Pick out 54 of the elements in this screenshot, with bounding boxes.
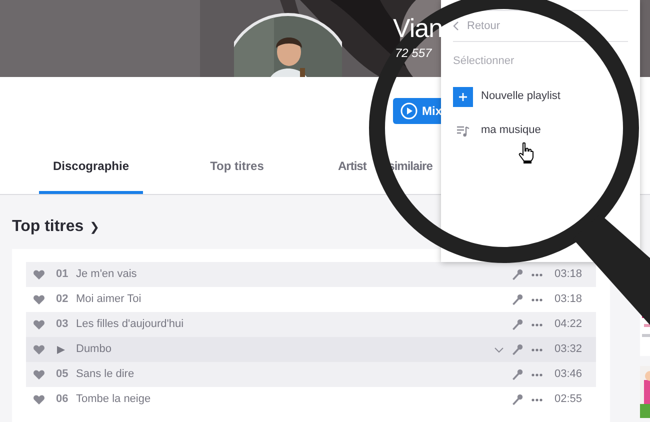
- track-number: 02: [56, 292, 68, 308]
- track-duration: 03:18: [554, 267, 582, 282]
- tab[interactable]: Top titres: [164, 157, 310, 195]
- heart-icon: [33, 344, 45, 356]
- playing-track-row[interactable]: Dumbo 03:32: [26, 337, 596, 362]
- track-title: Moi aimer Toi: [76, 292, 142, 308]
- track-row[interactable]: 05 Sans le dire 03:46: [26, 362, 596, 387]
- track-title: Sans le dire: [76, 367, 136, 382]
- more-icon: [531, 398, 544, 402]
- back-icon: [453, 21, 459, 31]
- track-number: 01: [56, 267, 68, 282]
- track-number: 06: [56, 392, 68, 408]
- track-title: Tombe la neige: [76, 392, 152, 408]
- microphone-icon: [512, 294, 524, 305]
- track-duration: 03:32: [554, 342, 582, 358]
- microphone-icon: [512, 394, 524, 405]
- tab[interactable]: Discographie: [18, 157, 164, 195]
- follower-count: 72 557: [394, 45, 433, 62]
- track-row[interactable]: 01 Je m'en vais 03:18: [26, 262, 596, 287]
- play-icon: [400, 102, 418, 120]
- chevron-down-icon: [494, 346, 504, 352]
- track-title: Les filles d'aujourd'hui: [76, 317, 185, 332]
- chevron-icon[interactable]: ❯: [90, 218, 100, 236]
- track-title: Dumbo: [76, 342, 112, 358]
- more-icon: [531, 298, 544, 302]
- microphone-icon: [512, 344, 524, 355]
- menu-heading: Sélectionner: [453, 54, 514, 69]
- section-title[interactable]: Top titres: [12, 215, 84, 239]
- heart-icon: [33, 294, 45, 306]
- play-icon: [56, 344, 66, 354]
- more-icon: [531, 272, 544, 276]
- back-button[interactable]: Retour: [453, 11, 500, 41]
- track-duration: 03:46: [554, 367, 582, 382]
- microphone-icon: [512, 369, 524, 380]
- more-icon: [531, 322, 544, 326]
- artist-name: Vian: [393, 12, 443, 44]
- hand-cursor-icon: [518, 142, 536, 164]
- microphone-icon: [512, 269, 524, 280]
- plus-icon: [453, 86, 473, 106]
- playlist-icon: [456, 124, 470, 136]
- track-number: 05: [56, 367, 68, 382]
- more-icon: [531, 348, 544, 352]
- heart-icon: [33, 394, 45, 406]
- heart-icon: [33, 268, 45, 280]
- heart-icon: [33, 368, 45, 380]
- track-title: Je m'en vais: [76, 267, 138, 282]
- track-duration: 02:55: [554, 392, 582, 408]
- track-row[interactable]: 03 Les filles d'aujourd'hui 04:22: [26, 312, 596, 337]
- track-duration: 03:18: [554, 292, 582, 308]
- track-number: 03: [56, 317, 68, 332]
- microphone-icon: [512, 319, 524, 330]
- track-duration: 04:22: [554, 317, 582, 332]
- heart-icon: [33, 318, 45, 330]
- more-icon: [531, 372, 544, 376]
